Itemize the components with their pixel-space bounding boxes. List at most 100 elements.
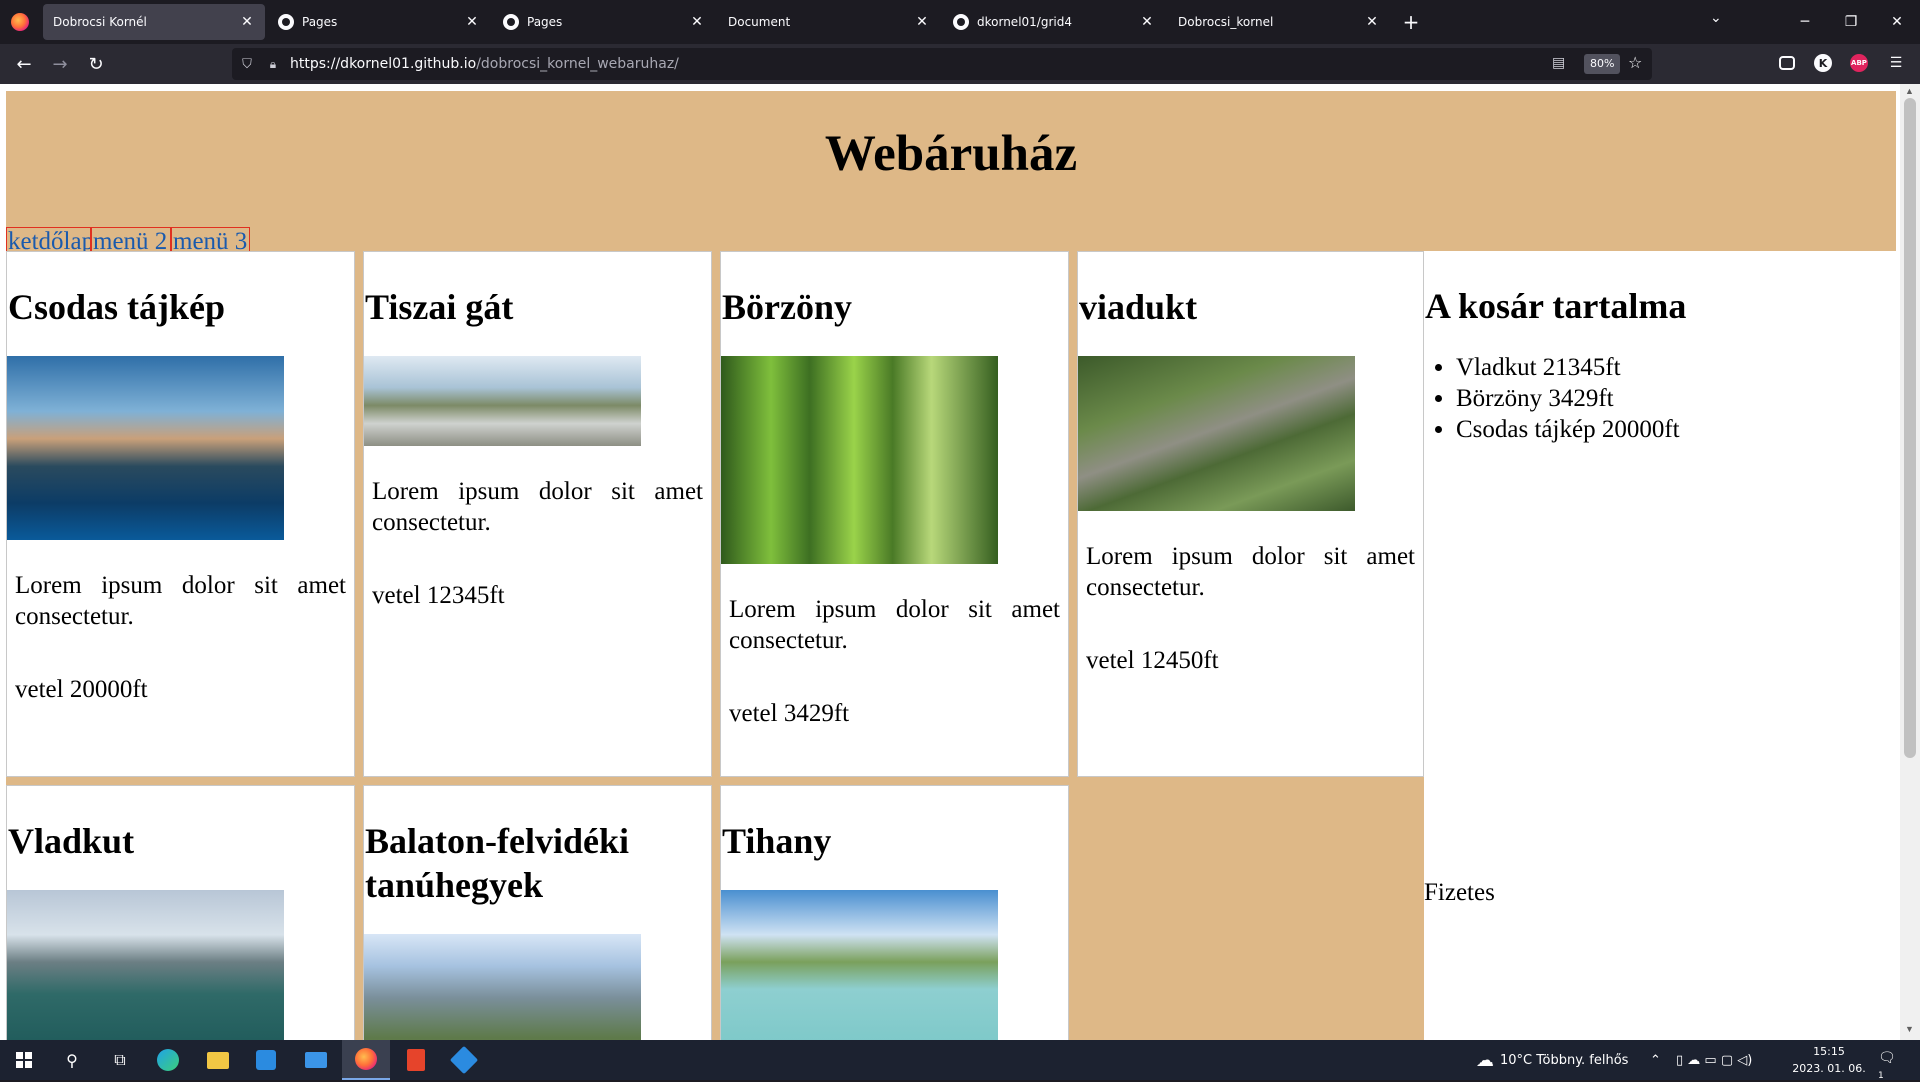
adblock-plus-icon[interactable]: ABP <box>1850 54 1868 72</box>
tab-close-icon[interactable]: ✕ <box>914 14 930 30</box>
tab-label: Dobrocsi_kornel <box>1178 15 1274 29</box>
product-price[interactable]: vetel 12450ft <box>1086 645 1415 676</box>
product-price[interactable]: vetel 12345ft <box>372 580 703 611</box>
zoom-badge[interactable]: 80% <box>1584 54 1621 74</box>
tab-label: Pages <box>527 15 563 29</box>
store-icon[interactable] <box>242 1040 290 1080</box>
windows-start-icon[interactable] <box>0 1040 48 1080</box>
tab-label: Pages <box>302 15 338 29</box>
tab-label: Document <box>728 15 791 29</box>
tab-3[interactable]: Pages ✕ <box>493 4 715 40</box>
product-card: Börzöny Lorem ipsum dolor sit amet conse… <box>720 251 1069 777</box>
tab-close-icon[interactable]: ✕ <box>689 14 705 30</box>
product-title: Vladkut <box>8 821 135 861</box>
firefox-menu-icon[interactable] <box>0 0 40 44</box>
tab-list-chevron-icon[interactable]: ⌄ <box>1710 10 1722 26</box>
product-description: Lorem ipsum dolor sit amet consectetur. <box>1086 543 1415 601</box>
weather-widget[interactable]: ☁ 10°C Többny. felhős <box>1476 1040 1628 1080</box>
edge-icon[interactable] <box>144 1040 192 1080</box>
scroll-up-icon[interactable]: ▲ <box>1905 86 1914 96</box>
task-view-icon[interactable]: ⧉ <box>96 1040 144 1080</box>
close-window-icon[interactable]: ✕ <box>1874 0 1920 44</box>
hamburger-menu-icon[interactable]: ☰ <box>1885 52 1907 74</box>
product-title: Tihany <box>722 821 832 861</box>
clock-time: 15:15 <box>1813 1045 1845 1058</box>
product-image <box>364 934 641 1040</box>
product-description: Lorem ipsum dolor sit amet consectetur. <box>729 596 1060 654</box>
tab-6[interactable]: Dobrocsi_kornel ✕ <box>1168 4 1390 40</box>
tab-close-icon[interactable]: ✕ <box>464 14 480 30</box>
product-title: Csodas tájkép <box>8 287 226 327</box>
site-title: Webáruház <box>824 126 1078 182</box>
pay-button[interactable]: Fizetes <box>1424 879 1495 907</box>
tray-chevron-icon[interactable]: ⌃ <box>1650 1040 1661 1080</box>
cart-item: Csodas tájkép 20000ft <box>1456 414 1896 445</box>
url-path: /dobrocsi_kornel_webaruhaz/ <box>476 56 679 72</box>
forward-arrow-icon[interactable]: → <box>42 48 78 80</box>
product-card: Csodas tájkép Lorem ipsum dolor sit amet… <box>6 251 355 777</box>
tab-close-icon[interactable]: ✕ <box>1139 14 1155 30</box>
product-image <box>721 890 998 1040</box>
bookmark-star-icon[interactable]: ☆ <box>1628 53 1642 72</box>
cart-panel: A kosár tartalma Vladkut 21345ft Börzöny… <box>1424 251 1896 1040</box>
url-bar[interactable]: ⛉ 🔒︎ https://dkornel01.github.io/dobrocs… <box>232 48 1652 80</box>
product-description: Lorem ipsum dolor sit amet consectetur. <box>15 572 346 630</box>
reader-view-icon[interactable]: ▤ <box>1552 55 1565 71</box>
os-taskbar: ⚲ ⧉ ☁ 10°C Többny. felhős ⌃ ▯ ☁ ▭ ▢ ◁) 1… <box>0 1040 1920 1081</box>
product-title: Balaton-felvidéki tanúhegyek <box>365 821 630 905</box>
minimize-icon[interactable]: ─ <box>1782 0 1828 44</box>
lock-icon[interactable]: 🔒︎ <box>262 57 284 72</box>
tab-4[interactable]: Document ✕ <box>718 4 940 40</box>
notification-icon[interactable]: 🗨︎1 <box>1878 1050 1900 1081</box>
tracking-shield-icon[interactable]: ⛉ <box>232 57 262 72</box>
product-title: viadukt <box>1079 287 1198 327</box>
tab-label: Dobrocsi Kornél <box>53 15 147 29</box>
nav-toolbar: ← → ↻ ⛉ 🔒︎ https://dkornel01.github.io/d… <box>0 44 1920 84</box>
search-icon[interactable]: ⚲ <box>48 1040 96 1080</box>
cloud-icon: ☁ <box>1476 1049 1494 1071</box>
product-card: viadukt Lorem ipsum dolor sit amet conse… <box>1077 251 1424 777</box>
account-avatar-icon[interactable]: K <box>1814 54 1832 72</box>
tab-close-icon[interactable]: ✕ <box>1364 14 1380 30</box>
product-price[interactable]: vetel 3429ft <box>729 698 1060 729</box>
restore-icon[interactable]: ❐ <box>1828 0 1874 44</box>
tab-5[interactable]: dkornel01/grid4 ✕ <box>943 4 1165 40</box>
tab-label: dkornel01/grid4 <box>977 15 1072 29</box>
clock[interactable]: 15:15 2023. 01. 06. <box>1790 1043 1868 1077</box>
firefox-taskbar-icon[interactable] <box>342 1040 390 1080</box>
product-image <box>721 356 998 564</box>
github-icon <box>503 14 519 30</box>
clock-date: 2023. 01. 06. <box>1792 1062 1866 1075</box>
product-image <box>364 356 641 446</box>
reload-icon[interactable]: ↻ <box>78 48 114 80</box>
product-image <box>1078 356 1355 511</box>
product-card: Vladkut <box>6 785 355 1040</box>
product-card: Balaton-felvidéki tanúhegyek <box>363 785 712 1040</box>
tab-1[interactable]: Dobrocsi Kornél ✕ <box>43 4 265 40</box>
tray-icons[interactable]: ▯ ☁ ▭ ▢ ◁) <box>1676 1040 1752 1080</box>
page-scrollbar[interactable]: ▲ ▼ <box>1900 84 1920 1040</box>
site-header: Webáruház ketdőlap menü 2 menü 3 <box>6 91 1896 258</box>
mail-icon[interactable] <box>292 1040 340 1080</box>
page-viewport: Webáruház ketdőlap menü 2 menü 3 Csodas … <box>0 84 1920 1040</box>
cart-item: Börzöny 3429ft <box>1456 383 1896 414</box>
github-icon <box>278 14 294 30</box>
vscode-icon[interactable] <box>440 1040 488 1080</box>
cart-title: A kosár tartalma <box>1425 286 1687 326</box>
office-icon[interactable] <box>392 1040 440 1080</box>
cart-list: Vladkut 21345ft Börzöny 3429ft Csodas tá… <box>1456 352 1896 445</box>
product-price[interactable]: vetel 20000ft <box>15 674 346 705</box>
file-explorer-icon[interactable] <box>194 1040 242 1080</box>
url-text[interactable]: https://dkornel01.github.io/dobrocsi_kor… <box>290 56 679 72</box>
product-description: Lorem ipsum dolor sit amet consectetur. <box>372 478 703 536</box>
scrollbar-thumb[interactable] <box>1904 98 1916 758</box>
pocket-icon[interactable] <box>1776 52 1798 74</box>
weather-text: 10°C Többny. felhős <box>1500 1052 1629 1068</box>
tab-close-icon[interactable]: ✕ <box>239 14 255 30</box>
back-arrow-icon[interactable]: ← <box>6 48 42 80</box>
product-title: Tiszai gát <box>365 287 514 327</box>
new-tab-button[interactable]: + <box>1396 10 1426 34</box>
scroll-down-icon[interactable]: ▼ <box>1905 1024 1914 1034</box>
url-host: https://dkornel01.github.io <box>290 56 477 72</box>
tab-2[interactable]: Pages ✕ <box>268 4 490 40</box>
